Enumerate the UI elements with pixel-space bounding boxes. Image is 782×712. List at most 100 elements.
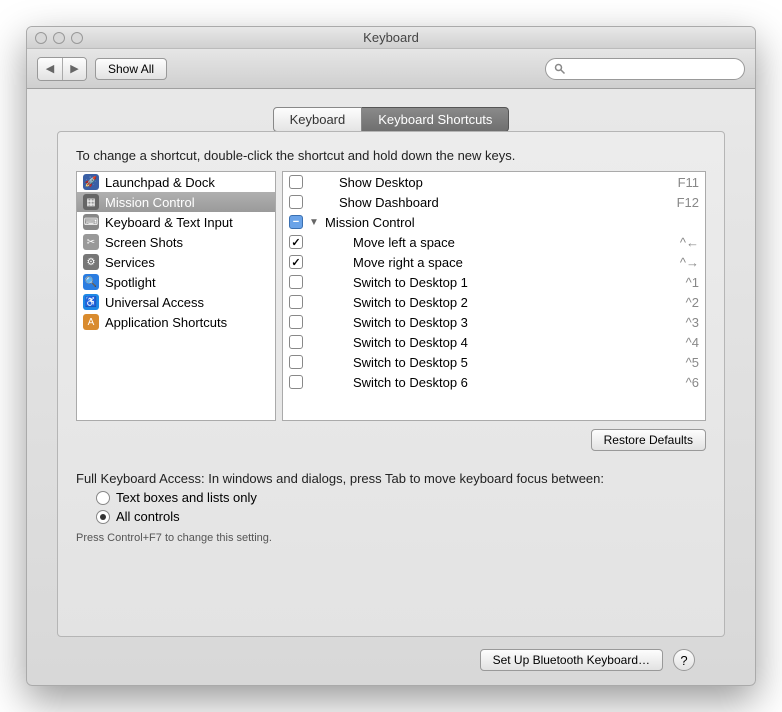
shortcut-row[interactable]: Switch to Desktop 6 ^6 bbox=[283, 372, 705, 392]
category-label: Mission Control bbox=[105, 195, 195, 210]
titlebar: Keyboard bbox=[27, 27, 755, 49]
category-icon: ♿ bbox=[83, 294, 99, 310]
category-list[interactable]: 🚀 Launchpad & Dock ▦ Mission Control ⌨ Keyboa… bbox=[76, 171, 276, 421]
shortcut-keys[interactable]: ^6 bbox=[657, 375, 699, 390]
shortcut-checkbox[interactable] bbox=[289, 315, 303, 329]
window-title: Keyboard bbox=[27, 30, 755, 45]
shortcut-checkbox[interactable] bbox=[289, 275, 303, 289]
shortcut-row[interactable]: Switch to Desktop 1 ^1 bbox=[283, 272, 705, 292]
shortcut-label: Show Dashboard bbox=[325, 195, 651, 210]
shortcut-keys[interactable]: ^5 bbox=[657, 355, 699, 370]
category-icon: ▦ bbox=[83, 194, 99, 210]
nav-segment: ◀ ▶ bbox=[37, 57, 87, 81]
category-icon: 🚀 bbox=[83, 174, 99, 190]
shortcut-row[interactable]: Move left a space ^← bbox=[283, 232, 705, 252]
bottom-bar: Set Up Bluetooth Keyboard… ? bbox=[57, 637, 725, 671]
category-row[interactable]: ✂ Screen Shots bbox=[77, 232, 275, 252]
category-row[interactable]: 🚀 Launchpad & Dock bbox=[77, 172, 275, 192]
search-icon bbox=[554, 63, 566, 75]
search-field[interactable] bbox=[545, 58, 745, 80]
search-input[interactable] bbox=[570, 62, 736, 76]
shortcut-label: Mission Control bbox=[325, 215, 651, 230]
shortcut-keys[interactable]: ^1 bbox=[657, 275, 699, 290]
category-row[interactable]: A Application Shortcuts bbox=[77, 312, 275, 332]
show-all-button[interactable]: Show All bbox=[95, 58, 167, 80]
restore-defaults-button[interactable]: Restore Defaults bbox=[591, 429, 706, 451]
category-label: Universal Access bbox=[105, 295, 204, 310]
category-icon: 🔍 bbox=[83, 274, 99, 290]
shortcut-checkbox[interactable] bbox=[289, 295, 303, 309]
shortcut-label: Move left a space bbox=[325, 235, 651, 250]
shortcut-row[interactable]: Switch to Desktop 4 ^4 bbox=[283, 332, 705, 352]
restore-row: Restore Defaults bbox=[76, 429, 706, 451]
shortcut-row[interactable]: ▼ Mission Control bbox=[283, 212, 705, 232]
toolbar: ◀ ▶ Show All bbox=[27, 49, 755, 89]
fka-label: Full Keyboard Access: In windows and dia… bbox=[76, 471, 706, 486]
shortcut-checkbox[interactable] bbox=[289, 215, 303, 229]
forward-button[interactable]: ▶ bbox=[62, 58, 86, 80]
shortcut-keys[interactable]: ^2 bbox=[657, 295, 699, 310]
fka-radio-1[interactable]: Text boxes and lists only bbox=[96, 490, 706, 505]
shortcut-keys[interactable]: F12 bbox=[657, 195, 699, 210]
category-row[interactable]: ⌨ Keyboard & Text Input bbox=[77, 212, 275, 232]
preferences-window: Keyboard ◀ ▶ Show All KeyboardKeyboard S… bbox=[26, 26, 756, 686]
category-label: Launchpad & Dock bbox=[105, 175, 215, 190]
shortcut-checkbox[interactable] bbox=[289, 235, 303, 249]
shortcut-label: Switch to Desktop 5 bbox=[325, 355, 651, 370]
shortcut-label: Switch to Desktop 4 bbox=[325, 335, 651, 350]
shortcut-keys[interactable]: F11 bbox=[657, 175, 699, 190]
shortcut-keys[interactable]: ^← bbox=[657, 235, 699, 250]
shortcut-checkbox[interactable] bbox=[289, 255, 303, 269]
category-icon: A bbox=[83, 314, 99, 330]
category-label: Spotlight bbox=[105, 275, 156, 290]
shortcut-checkbox[interactable] bbox=[289, 335, 303, 349]
fka-radio-2[interactable]: All controls bbox=[96, 509, 706, 524]
category-row[interactable]: 🔍 Spotlight bbox=[77, 272, 275, 292]
shortcut-row[interactable]: Move right a space ^→ bbox=[283, 252, 705, 272]
category-row[interactable]: ♿ Universal Access bbox=[77, 292, 275, 312]
fka-hint: Press Control+F7 to change this setting. bbox=[76, 532, 706, 544]
shortcut-row[interactable]: Switch to Desktop 2 ^2 bbox=[283, 292, 705, 312]
tab-keyboard[interactable]: Keyboard bbox=[273, 107, 363, 132]
category-row[interactable]: ⚙Services bbox=[77, 252, 275, 272]
category-icon: ✂ bbox=[83, 234, 99, 250]
panel: To change a shortcut, double-click the s… bbox=[57, 131, 725, 637]
shortcut-label: Show Desktop bbox=[325, 175, 651, 190]
shortcut-row[interactable]: Switch to Desktop 5 ^5 bbox=[283, 352, 705, 372]
shortcut-label: Switch to Desktop 2 bbox=[325, 295, 651, 310]
category-label: Keyboard & Text Input bbox=[105, 215, 233, 230]
category-label: Screen Shots bbox=[105, 235, 183, 250]
lists: 🚀 Launchpad & Dock ▦ Mission Control ⌨ Keyboa… bbox=[76, 171, 706, 421]
shortcut-keys[interactable]: ^3 bbox=[657, 315, 699, 330]
shortcut-label: Switch to Desktop 3 bbox=[325, 315, 651, 330]
category-row[interactable]: ▦ Mission Control bbox=[77, 192, 275, 212]
shortcut-checkbox[interactable] bbox=[289, 175, 303, 189]
shortcut-label: Move right a space bbox=[325, 255, 651, 270]
content: KeyboardKeyboard Shortcuts To change a s… bbox=[27, 89, 755, 685]
shortcut-row[interactable]: Switch to Desktop 3 ^3 bbox=[283, 312, 705, 332]
help-button[interactable]: ? bbox=[673, 649, 695, 671]
radio-allcontrols[interactable] bbox=[96, 510, 110, 524]
category-label: Services bbox=[105, 255, 155, 270]
radio-textboxes[interactable] bbox=[96, 491, 110, 505]
category-label: Application Shortcuts bbox=[105, 315, 227, 330]
shortcut-keys[interactable]: ^→ bbox=[657, 255, 699, 270]
shortcut-list[interactable]: Show Desktop F11 Show Dashboard F12 ▼ Mission… bbox=[282, 171, 706, 421]
bluetooth-keyboard-button[interactable]: Set Up Bluetooth Keyboard… bbox=[480, 649, 663, 671]
disclosure-icon[interactable]: ▼ bbox=[309, 217, 319, 228]
forward-icon: ▶ bbox=[70, 62, 78, 75]
shortcut-checkbox[interactable] bbox=[289, 195, 303, 209]
tab-keyboard-shortcuts[interactable]: Keyboard Shortcuts bbox=[362, 107, 509, 132]
back-button[interactable]: ◀ bbox=[38, 58, 62, 80]
category-icon: ⌨ bbox=[83, 214, 99, 230]
shortcut-keys[interactable]: ^4 bbox=[657, 335, 699, 350]
tabs: KeyboardKeyboard Shortcuts bbox=[57, 107, 725, 132]
shortcut-label: Switch to Desktop 1 bbox=[325, 275, 651, 290]
shortcut-row[interactable]: Show Dashboard F12 bbox=[283, 192, 705, 212]
shortcut-row[interactable]: Show Desktop F11 bbox=[283, 172, 705, 192]
shortcut-label: Switch to Desktop 6 bbox=[325, 375, 651, 390]
shortcut-checkbox[interactable] bbox=[289, 375, 303, 389]
shortcut-checkbox[interactable] bbox=[289, 355, 303, 369]
back-icon: ◀ bbox=[46, 62, 54, 75]
instruction-text: To change a shortcut, double-click the s… bbox=[76, 148, 706, 163]
